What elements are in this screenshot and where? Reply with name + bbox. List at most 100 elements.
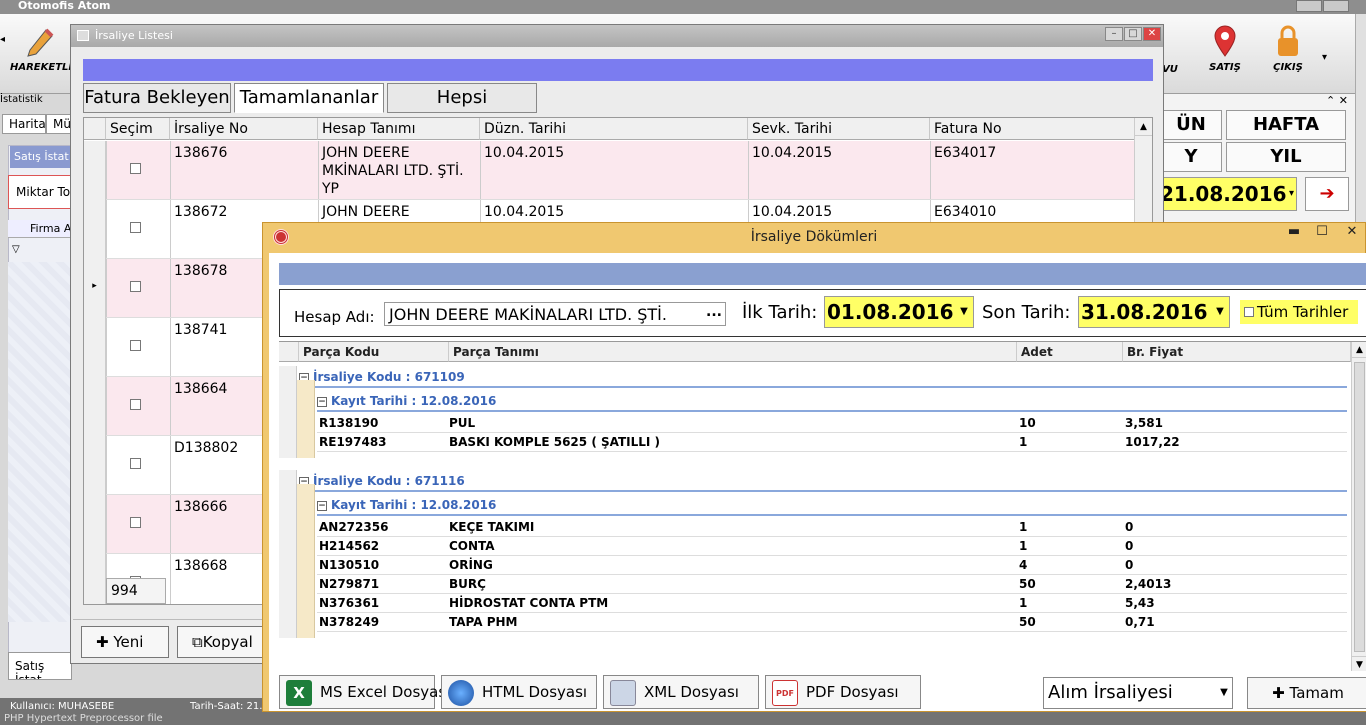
- col-fatura-no[interactable]: Fatura No: [930, 118, 1136, 140]
- row-indicator[interactable]: [84, 318, 106, 377]
- miktar-select[interactable]: Miktar To: [8, 175, 73, 209]
- html-export-button[interactable]: HTML Dosyası: [441, 675, 597, 709]
- go-arrow-button[interactable]: ➔: [1305, 177, 1349, 211]
- tab-harita[interactable]: Harita: [2, 114, 46, 134]
- chevron-down-icon[interactable]: ▼: [955, 297, 973, 327]
- dokum-vertical-scrollbar[interactable]: ▲ ▼: [1351, 342, 1366, 671]
- ellipsis-button[interactable]: ...: [703, 303, 725, 325]
- kayit-group-header[interactable]: − Kayıt Tarihi : 12.08.2016: [317, 390, 1347, 412]
- maximize-button[interactable]: ☐: [1307, 223, 1337, 243]
- kayit-group-header[interactable]: − Kayıt Tarihi : 12.08.2016: [317, 494, 1347, 516]
- chevron-down-icon[interactable]: ▼: [1216, 678, 1232, 708]
- pdf-export-button[interactable]: PDF PDF Dosyası: [765, 675, 921, 709]
- yil-button[interactable]: YIL: [1226, 142, 1346, 172]
- table-row[interactable]: AN272356 KEÇE TAKIMI 1 0: [317, 518, 1347, 537]
- excel-export-button[interactable]: X MS Excel Dosyası: [279, 675, 450, 709]
- secim-checkbox[interactable]: [130, 163, 141, 174]
- scroll-up-icon[interactable]: ▲: [1135, 118, 1152, 136]
- table-row[interactable]: R138190 PUL 10 3,581: [317, 414, 1347, 433]
- tab-hepsi[interactable]: Hepsi: [387, 83, 537, 113]
- yeni-button[interactable]: ✚ Yeni: [81, 626, 169, 658]
- secim-checkbox[interactable]: [130, 281, 141, 292]
- table-row[interactable]: N130510 ORİNG 4 0: [317, 556, 1347, 575]
- table-row[interactable]: RE197483 BASKI KOMPLE 5625 ( ŞATILLI ) 1 10…: [317, 433, 1347, 452]
- row-indicator[interactable]: [84, 495, 106, 554]
- minimize-button[interactable]: –: [1105, 27, 1123, 41]
- minimize-button[interactable]: ▬: [1279, 223, 1309, 243]
- checkbox-icon[interactable]: [1244, 307, 1254, 317]
- hafta-button[interactable]: HAFTA: [1226, 110, 1346, 140]
- ilk-tarih-picker[interactable]: 01.08.2016 ▼: [824, 296, 974, 328]
- collapse-icon[interactable]: −: [317, 396, 327, 407]
- right-date-picker[interactable]: 21.08.2016 ▾: [1157, 177, 1297, 211]
- maximize-button[interactable]: □: [1124, 27, 1142, 41]
- kopyala-button[interactable]: ⧉Kopyal: [177, 626, 267, 658]
- table-row[interactable]: N279871 BURÇ 50 2,4013: [317, 575, 1347, 594]
- tab-tamamlananlar[interactable]: Tamamlananlar: [234, 83, 384, 113]
- tab-mu[interactable]: Mü: [46, 114, 72, 134]
- filter-icon[interactable]: ▽: [12, 244, 20, 255]
- chevron-down-icon[interactable]: ▾: [1289, 178, 1294, 210]
- row-indicator[interactable]: [84, 141, 106, 200]
- cell-duzn: 10.04.2015: [484, 204, 565, 220]
- row-indicator[interactable]: [84, 436, 106, 495]
- secim-checkbox[interactable]: [130, 458, 141, 469]
- row-indicator[interactable]: [84, 554, 106, 604]
- scroll-up-icon[interactable]: ▲: [1352, 342, 1366, 358]
- grid-divider: [930, 141, 931, 199]
- hareketler-button[interactable]: HAREKETLE: [10, 14, 75, 84]
- col-br-fiyat[interactable]: Br. Fiyat: [1123, 342, 1351, 362]
- col-sevk-tarihi[interactable]: Sevk. Tarihi: [748, 118, 930, 140]
- tab-fatura-bekleyen[interactable]: Fatura Bekleyen: [83, 83, 231, 113]
- xml-export-button[interactable]: XML Dosyası: [603, 675, 759, 709]
- ay-button[interactable]: Y: [1160, 142, 1222, 172]
- col-parca-tanimi[interactable]: Parça Tanımı: [449, 342, 1017, 362]
- tum-tarihler-checkbox[interactable]: Tüm Tarihler: [1240, 300, 1358, 324]
- row-indicator[interactable]: ▸: [84, 259, 106, 318]
- tab-satis-istat[interactable]: Satış İstat: [8, 652, 72, 680]
- col-hesap-tanimi[interactable]: Hesap Tanımı: [318, 118, 480, 140]
- table-row[interactable]: N376361 HİDROSTAT CONTA PTM 1 5,43: [317, 594, 1347, 613]
- collapse-icon[interactable]: −: [317, 500, 327, 511]
- chevron-down-icon[interactable]: ▼: [1211, 297, 1229, 327]
- secim-checkbox[interactable]: [130, 222, 141, 233]
- group-indent: [279, 484, 297, 638]
- satis-button[interactable]: SATIŞ: [1195, 14, 1255, 84]
- toolbar-more-icon[interactable]: ▾: [1322, 52, 1327, 63]
- col-parca-kodu[interactable]: Parça Kodu: [299, 342, 449, 362]
- close-button[interactable]: ✕: [1143, 27, 1161, 41]
- irsaliye-type-select[interactable]: Alım İrsaliyesi ▼: [1043, 677, 1233, 709]
- irsaliye-group-label: İrsaliye Kodu : 671116: [313, 474, 465, 488]
- col-secim[interactable]: Seçim: [106, 118, 170, 140]
- secim-checkbox[interactable]: [130, 399, 141, 410]
- window-menu-icon[interactable]: [77, 30, 89, 41]
- tamam-button[interactable]: ✚ Tamam: [1247, 677, 1366, 709]
- scroll-thumb[interactable]: [1354, 362, 1365, 652]
- son-tarih-picker[interactable]: 31.08.2016 2 ▼: [1078, 296, 1230, 328]
- row-indicator[interactable]: [84, 200, 106, 259]
- row-indicator[interactable]: [84, 377, 106, 436]
- cikis-button[interactable]: ÇIKIŞ: [1258, 14, 1318, 84]
- table-row[interactable]: N378249 TAPA PHM 50 0,71: [317, 613, 1347, 632]
- toolbar-scroll-left-icon[interactable]: ◂: [0, 34, 8, 74]
- pin-icon[interactable]: ⌃ ✕: [1326, 94, 1348, 107]
- secim-checkbox[interactable]: [130, 340, 141, 351]
- cell-tanim: CONTA: [449, 539, 495, 553]
- secim-checkbox[interactable]: [130, 517, 141, 528]
- firma-column-header[interactable]: Firma A: [8, 220, 73, 238]
- gun-button[interactable]: ÜN: [1160, 110, 1222, 140]
- hesap-adi-field[interactable]: JOHN DEERE MAKİNALARI LTD. ŞTİ. ...: [384, 302, 726, 326]
- irsaliye-group-header[interactable]: − İrsaliye Kodu : 671109: [299, 366, 1347, 388]
- xml-label: XML Dosyası: [644, 683, 739, 701]
- cell-hesap: JOHN DEERE: [322, 204, 410, 220]
- col-irsaliye-no[interactable]: İrsaliye No: [170, 118, 318, 140]
- minimize-button[interactable]: [1296, 0, 1322, 12]
- close-button[interactable]: ✕: [1337, 223, 1366, 243]
- maximize-button[interactable]: [1323, 0, 1349, 12]
- table-row[interactable]: 138676 JOHN DEERE MKİNALARI LTD. ŞTİ. YP 1…: [84, 141, 1136, 200]
- col-adet[interactable]: Adet: [1017, 342, 1123, 362]
- table-row[interactable]: H214562 CONTA 1 0: [317, 537, 1347, 556]
- col-duzn-tarihi[interactable]: Düzn. Tarihi: [480, 118, 748, 140]
- scroll-down-icon[interactable]: ▼: [1352, 656, 1366, 671]
- irsaliye-group-header[interactable]: − İrsaliye Kodu : 671116: [299, 470, 1347, 492]
